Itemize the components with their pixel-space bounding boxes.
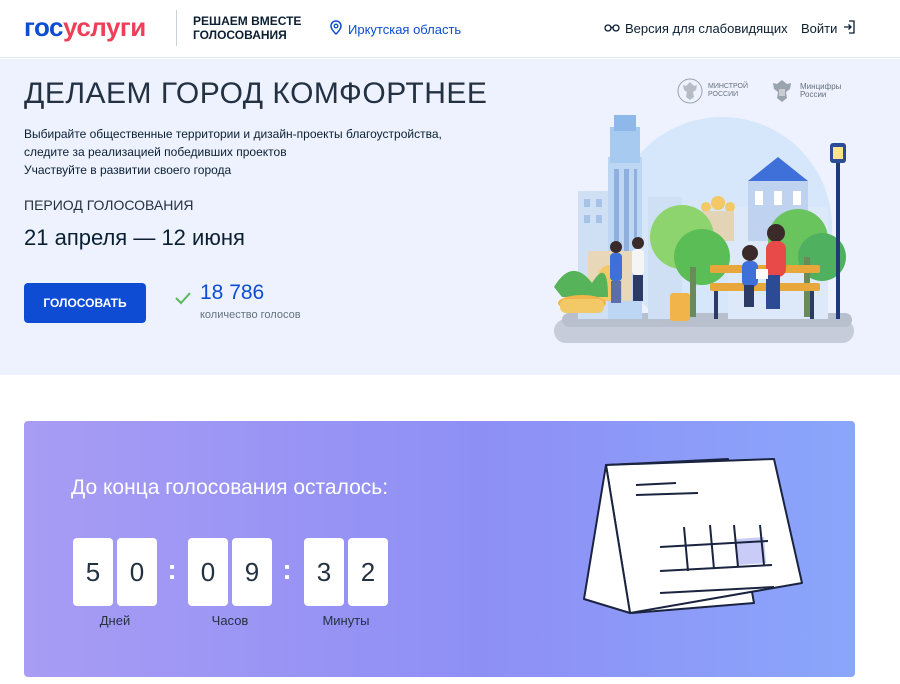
project-title[interactable]: Решаем вместе голосования bbox=[193, 14, 313, 42]
days-label: Дней bbox=[99, 613, 131, 628]
page-title: ДЕЛАЕМ ГОРОД КОМФОРТНЕЕ bbox=[24, 77, 488, 110]
votes-count: 18 786 bbox=[200, 281, 265, 304]
minutes-label: Минуты bbox=[322, 613, 370, 628]
header: госуслуги Решаем вместе голосования Ирку… bbox=[0, 0, 900, 58]
vision-label: Версия для слабовидящих bbox=[625, 21, 788, 36]
ministry-logo-mintsifry: Минцифры России bbox=[768, 77, 841, 105]
glasses-icon bbox=[604, 21, 620, 36]
hero-description-line: Выбирайте общественные территории и диза… bbox=[24, 127, 442, 141]
countdown-card: До конца голосования осталось: 5 0 : 0 9… bbox=[24, 421, 855, 677]
ministries-logos: Минстрой России Минцифры России bbox=[676, 77, 841, 105]
days-digit: 5 bbox=[73, 538, 113, 606]
ministry-name: России bbox=[800, 90, 827, 99]
region-selector[interactable]: Иркутская область bbox=[330, 20, 461, 38]
checkmark-icon bbox=[175, 292, 191, 305]
period-label: Период голосования bbox=[24, 197, 194, 213]
gosuslugi-logo[interactable]: госуслуги bbox=[24, 12, 146, 42]
region-label: Иркутская область bbox=[348, 21, 462, 37]
hours-label: Часов bbox=[211, 613, 249, 628]
hours-digit: 9 bbox=[232, 538, 272, 606]
ministry-name: России bbox=[708, 91, 739, 98]
hours-digit: 0 bbox=[188, 538, 228, 606]
logo-part-gos: гос bbox=[24, 12, 64, 42]
hero-description: Выбирайте общественные территории и диза… bbox=[24, 125, 454, 179]
ballot-calendar-illustration bbox=[583, 458, 803, 614]
coat-of-arms-icon bbox=[677, 78, 703, 104]
coat-of-arms-icon bbox=[773, 80, 792, 102]
votes-label: количество голосов bbox=[200, 309, 301, 321]
days-digit: 0 bbox=[117, 538, 157, 606]
login-label: Войти bbox=[801, 21, 838, 36]
login-link[interactable]: Войти bbox=[801, 20, 856, 37]
hero-description-line: следите за реализацией победивших проект… bbox=[24, 145, 287, 159]
period-value: 21 апреля — 12 июня bbox=[24, 225, 245, 250]
project-title-line1: Решаем вместе bbox=[193, 14, 302, 28]
countdown-title: До конца голосования осталось: bbox=[71, 476, 389, 499]
logo-part-uslugi: услуги bbox=[63, 12, 146, 42]
vote-button[interactable]: Голосовать bbox=[24, 283, 146, 323]
ministry-logo-minstroy: Минстрой России bbox=[676, 77, 748, 105]
location-pin-icon bbox=[330, 20, 342, 38]
colon-separator: : bbox=[167, 554, 177, 585]
minutes-digit: 3 bbox=[304, 538, 344, 606]
hero-section: ДЕЛАЕМ ГОРОД КОМФОРТНЕЕ Выбирайте общест… bbox=[0, 59, 900, 375]
login-arrow-icon bbox=[843, 20, 856, 37]
vision-impaired-toggle[interactable]: Версия для слабовидящих bbox=[604, 21, 788, 36]
project-title-line2: голосования bbox=[193, 28, 287, 42]
logo-divider bbox=[176, 10, 177, 46]
minutes-digit: 2 bbox=[348, 538, 388, 606]
city-park-illustration bbox=[554, 115, 854, 343]
hero-description-line: Участвуйте в развитии своего города bbox=[24, 163, 232, 177]
colon-separator: : bbox=[282, 554, 292, 585]
ministry-name: Минстрой bbox=[708, 83, 749, 90]
